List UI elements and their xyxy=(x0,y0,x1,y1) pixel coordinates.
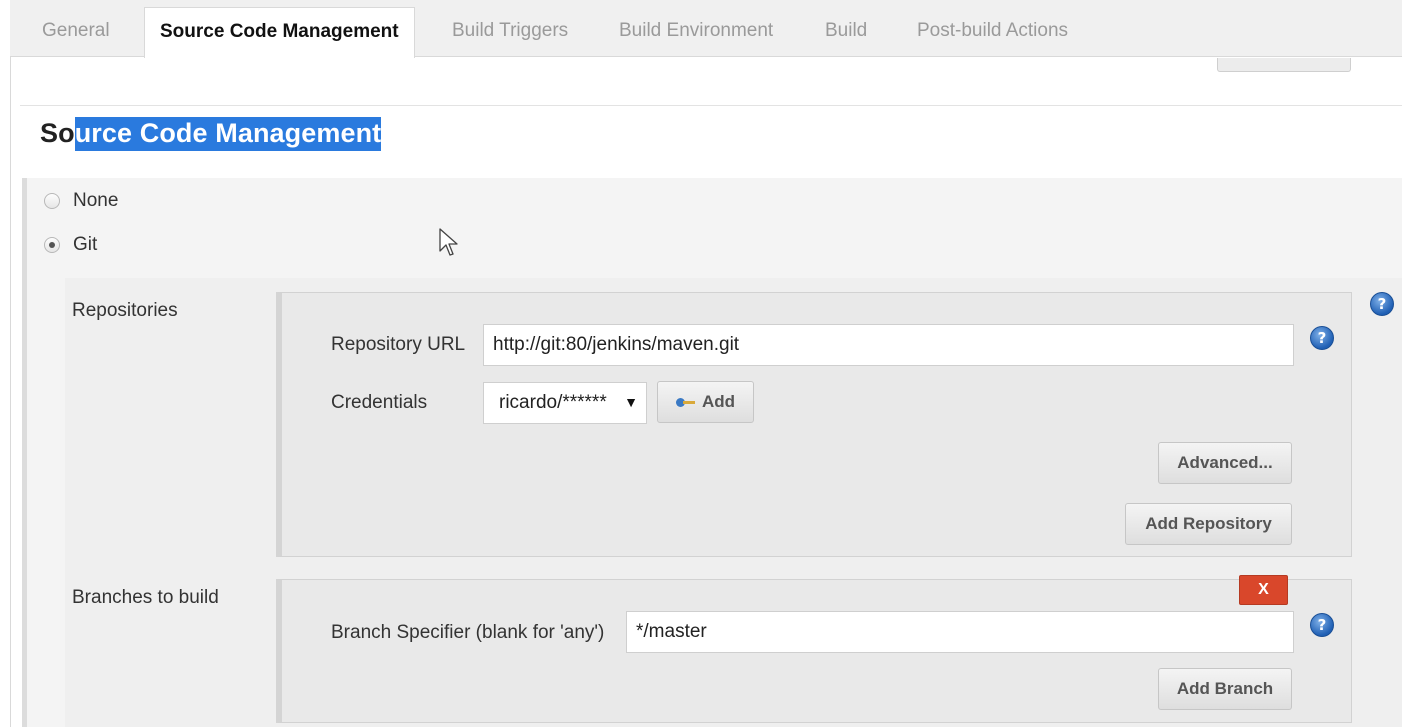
help-icon[interactable]: ? xyxy=(1370,292,1394,316)
radio-git-label: Git xyxy=(73,234,98,255)
credentials-select[interactable]: ricardo/****** ▼ xyxy=(483,382,647,424)
tab-build-environment[interactable]: Build Environment xyxy=(619,20,773,42)
tab-build[interactable]: Build xyxy=(825,20,867,42)
repository-url-help-icon[interactable]: ? xyxy=(1310,326,1334,350)
caret-down-icon: ▼ xyxy=(624,394,638,410)
branch-specifier-help-icon[interactable]: ? xyxy=(1310,613,1334,637)
section-divider xyxy=(20,105,1402,106)
radio-none[interactable] xyxy=(44,193,60,209)
tab-build-triggers[interactable]: Build Triggers xyxy=(452,20,568,42)
scm-option-none[interactable]: None xyxy=(44,190,118,212)
tab-source-code-management[interactable]: Source Code Management xyxy=(144,7,415,58)
advanced-button[interactable]: Advanced... xyxy=(1158,442,1292,484)
scm-option-git[interactable]: Git xyxy=(44,234,97,256)
radio-none-label: None xyxy=(73,190,119,211)
add-credentials-button[interactable]: Add xyxy=(657,381,754,423)
tab-general[interactable]: General xyxy=(42,20,110,42)
mouse-pointer-icon xyxy=(439,228,458,256)
repository-url-input[interactable] xyxy=(483,324,1294,366)
tab-post-build-actions[interactable]: Post-build Actions xyxy=(917,20,1068,42)
page-left-border xyxy=(10,57,11,727)
branches-to-build-label: Branches to build xyxy=(72,587,219,608)
radio-git[interactable] xyxy=(44,237,60,253)
key-icon xyxy=(675,397,696,407)
credentials-label: Credentials xyxy=(331,392,428,413)
section-title-selected-text: urce Code Management xyxy=(74,117,382,151)
section-title: Source Code Management xyxy=(40,117,382,151)
clipped-button[interactable] xyxy=(1217,58,1351,72)
add-credentials-label: Add xyxy=(701,392,736,411)
repository-url-label: Repository URL xyxy=(331,334,466,355)
add-repository-button[interactable]: Add Repository xyxy=(1125,503,1292,545)
repositories-label: Repositories xyxy=(72,300,178,321)
branch-specifier-input[interactable] xyxy=(626,611,1294,653)
branch-specifier-label: Branch Specifier (blank for 'any') xyxy=(331,622,605,643)
delete-branch-button[interactable]: X xyxy=(1239,575,1288,605)
add-branch-button[interactable]: Add Branch xyxy=(1158,668,1292,710)
credentials-selected-value: ricardo/****** xyxy=(499,392,607,413)
section-title-unselected: So xyxy=(40,118,75,148)
config-tab-bar: General Source Code Management Build Tri… xyxy=(10,0,1402,58)
